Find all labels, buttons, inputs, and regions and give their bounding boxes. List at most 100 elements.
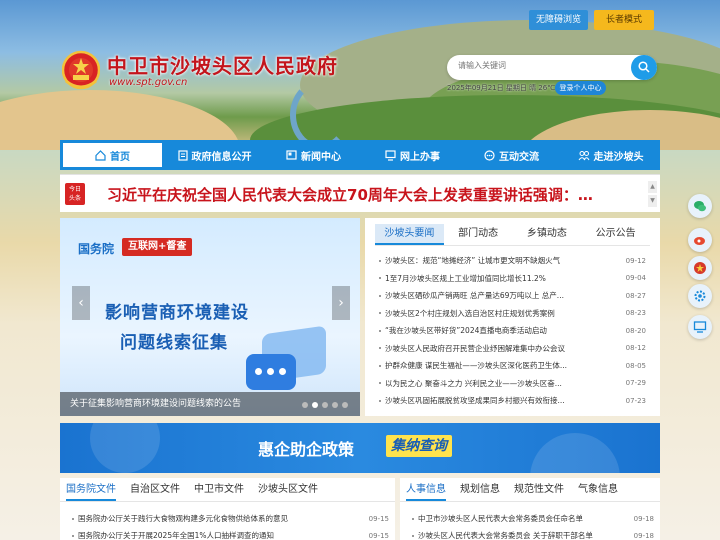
tab-town-news[interactable]: 乡镇动态	[513, 224, 582, 245]
tab-state-council-docs[interactable]: 国务院文件	[66, 478, 116, 501]
screen-button[interactable]	[688, 315, 712, 339]
carousel-next-button[interactable]: ›	[332, 286, 350, 320]
news-list: 沙坡头区：规范“地摊经济” 让城市更文明不缺烟火气 09-12 1至7月沙坡头区规…	[379, 252, 646, 410]
carousel-headline-2: 问题线索征集	[120, 333, 228, 353]
nav-item-home[interactable]: 首页	[63, 143, 162, 167]
accessibility-button[interactable]: 无障碍浏览	[529, 10, 588, 30]
wechat-button[interactable]	[688, 194, 712, 218]
search-button[interactable]	[631, 55, 657, 80]
list-item[interactable]: 护群众健康 谋民生福祉——沙坡头区深化医药卫生体... 08-05	[379, 357, 646, 375]
news-title: 沙坡头区2个村庄规划入选自治区村庄规划优秀案例	[385, 308, 555, 318]
monitor-icon	[385, 149, 396, 161]
news-title: 沙坡头区硒砂瓜产销两旺 总产量达69万吨以上 总产...	[385, 291, 564, 301]
list-item[interactable]: 国务院办公厅关于开展2025年全国1%人口抽样调查的通知 09-15	[72, 527, 389, 540]
news-date: 09-04	[625, 274, 646, 283]
bullet	[412, 517, 414, 520]
search-icon	[638, 61, 650, 73]
nav-item-label: 政府信息公开	[191, 151, 252, 163]
nav-item-label: 首页	[110, 151, 130, 163]
headline-link[interactable]: 习近平在庆祝全国人民代表大会成立70周年大会上发表重要讲话强调：…	[107, 184, 593, 205]
headline-bar: 今日 头条 习近平在庆祝全国人民代表大会成立70周年大会上发表重要讲话强调：… …	[60, 174, 660, 212]
chat-icon	[484, 149, 495, 161]
carousel-dot[interactable]	[332, 402, 338, 408]
doc-date: 09-15	[368, 531, 389, 540]
list-item[interactable]: 国务院办公厅关于践行大食物观构建多元化食物供给体系的意见 09-15	[72, 510, 389, 527]
carousel-dot[interactable]	[302, 402, 308, 408]
list-item[interactable]: 以为民之心 聚奋斗之力 兴利民之业——沙坡头区奋... 07-29	[379, 375, 646, 393]
doc-date: 09-15	[368, 514, 389, 523]
carousel-tag: 互联网+督查	[122, 238, 193, 256]
tab-announcements[interactable]: 公示公告	[581, 224, 650, 245]
search-box	[447, 55, 657, 80]
carousel-prev-button[interactable]: ‹	[72, 286, 90, 320]
list-item[interactable]: 沙坡头区2个村庄规划入选自治区村庄规划优秀案例 08-23	[379, 305, 646, 323]
nav-item-interaction[interactable]: 互动交流	[462, 140, 561, 170]
badge-bottom-text: 头条	[68, 195, 81, 202]
tab-region-docs[interactable]: 自治区文件	[130, 478, 180, 501]
info-date: 09-18	[633, 514, 654, 523]
carousel-dot[interactable]	[312, 402, 318, 408]
nav-item-label: 走进沙坡头	[593, 151, 644, 163]
nav-item-online-service[interactable]: 网上办事	[363, 140, 462, 170]
badge-top-text: 今日	[68, 186, 81, 193]
nav-item-about[interactable]: 走进沙坡头	[561, 140, 660, 170]
bullet	[72, 517, 74, 520]
info-title: 中卫市沙坡头区人民代表大会常务委员会任命名单	[418, 514, 583, 523]
headline-next-icon[interactable]: ▼	[648, 195, 657, 207]
login-button[interactable]: 登录个人中心	[555, 81, 606, 95]
weibo-button[interactable]	[688, 228, 712, 252]
gear-icon	[694, 290, 706, 302]
today-headline-badge: 今日 头条	[65, 183, 85, 205]
app-button[interactable]	[688, 256, 712, 280]
nav-item-news[interactable]: 新闻中心	[264, 140, 363, 170]
nav-item-gov-info[interactable]: 政府信息公开	[165, 140, 264, 170]
news-date: 08-27	[625, 291, 646, 300]
news-date: 08-05	[625, 361, 646, 370]
tab-department-news[interactable]: 部门动态	[444, 224, 513, 245]
bullet	[379, 347, 381, 350]
list-item[interactable]: 中卫市沙坡头区人民代表大会常务委员会任命名单 09-18	[412, 510, 654, 527]
bullet	[379, 382, 381, 385]
bullet	[379, 312, 381, 315]
list-item[interactable]: 沙坡头区人民代表大会常务委员会 关于辞职干部名单 09-18	[412, 527, 654, 540]
site-title: 中卫市沙坡头区人民政府	[107, 54, 338, 78]
app-icon	[694, 262, 706, 274]
news-title: 1至7月沙坡头区规上工业增加值同比增长11.2%	[385, 273, 546, 283]
info-tabs: 人事信息 规划信息 规范性文件 气象信息	[400, 478, 660, 502]
list-item[interactable]: 沙坡头区人民政府召开民营企业纾困解难集中办公会议 08-12	[379, 340, 646, 358]
tab-spt-news[interactable]: 沙坡头要闻	[375, 224, 444, 245]
documents-panel: 国务院文件 自治区文件 中卫市文件 沙坡头区文件 国务院办公厅关于践行大食物观构…	[60, 478, 395, 540]
news-date: 08-12	[625, 344, 646, 353]
tab-district-docs[interactable]: 沙坡头区文件	[258, 478, 318, 501]
tab-weather-info[interactable]: 气象信息	[578, 478, 618, 501]
date-weather: 2025年09月21日 星期日 晴 26℃	[447, 84, 556, 92]
list-item[interactable]: 沙坡头区硒砂瓜产销两旺 总产量达69万吨以上 总产... 08-27	[379, 287, 646, 305]
list-item[interactable]: “我在沙坡头区带好货”2024直播电商季活动启动 08-20	[379, 322, 646, 340]
news-icon	[286, 150, 297, 160]
promo-title: 惠企助企政策	[258, 440, 355, 459]
tab-city-docs[interactable]: 中卫市文件	[194, 478, 244, 501]
nav-item-label: 网上办事	[400, 151, 440, 163]
info-panel: 人事信息 规划信息 规范性文件 气象信息 中卫市沙坡头区人民代表大会常务委员会任…	[400, 478, 660, 540]
carousel-dot[interactable]	[342, 402, 348, 408]
bullet	[72, 534, 74, 537]
headline-prev-icon[interactable]: ▲	[648, 181, 657, 193]
tab-personnel-info[interactable]: 人事信息	[406, 478, 446, 501]
list-item[interactable]: 沙坡头区：规范“地摊经济” 让城市更文明不缺烟火气 09-12	[379, 252, 646, 270]
bullet	[379, 364, 381, 367]
tab-planning-info[interactable]: 规划信息	[460, 478, 500, 501]
tab-normative-docs[interactable]: 规范性文件	[514, 478, 564, 501]
elder-mode-button[interactable]: 长者模式	[594, 10, 654, 30]
carousel-dot[interactable]	[322, 402, 328, 408]
carousel-headline-1: 影响营商环境建设	[105, 303, 249, 323]
bullet	[379, 259, 381, 262]
search-input[interactable]	[458, 61, 618, 70]
list-item[interactable]: 沙坡头区巩固拓展脱贫攻坚成果同乡村振兴有效衔接... 07-23	[379, 392, 646, 410]
news-title: 沙坡头区人民政府召开民营企业纾困解难集中办公会议	[385, 343, 565, 353]
info-title: 沙坡头区人民代表大会常务委员会 关于辞职干部名单	[418, 531, 593, 540]
carousel[interactable]: 国务院 互联网+督查 影响营商环境建设 问题线索征集 ‹ › 关于征集影响营商环…	[60, 218, 360, 416]
settings-button[interactable]	[688, 284, 712, 308]
news-date: 08-20	[625, 326, 646, 335]
policy-promo-banner[interactable]: 惠企助企政策 集纳查询	[60, 423, 660, 473]
list-item[interactable]: 1至7月沙坡头区规上工业增加值同比增长11.2% 09-04	[379, 270, 646, 288]
